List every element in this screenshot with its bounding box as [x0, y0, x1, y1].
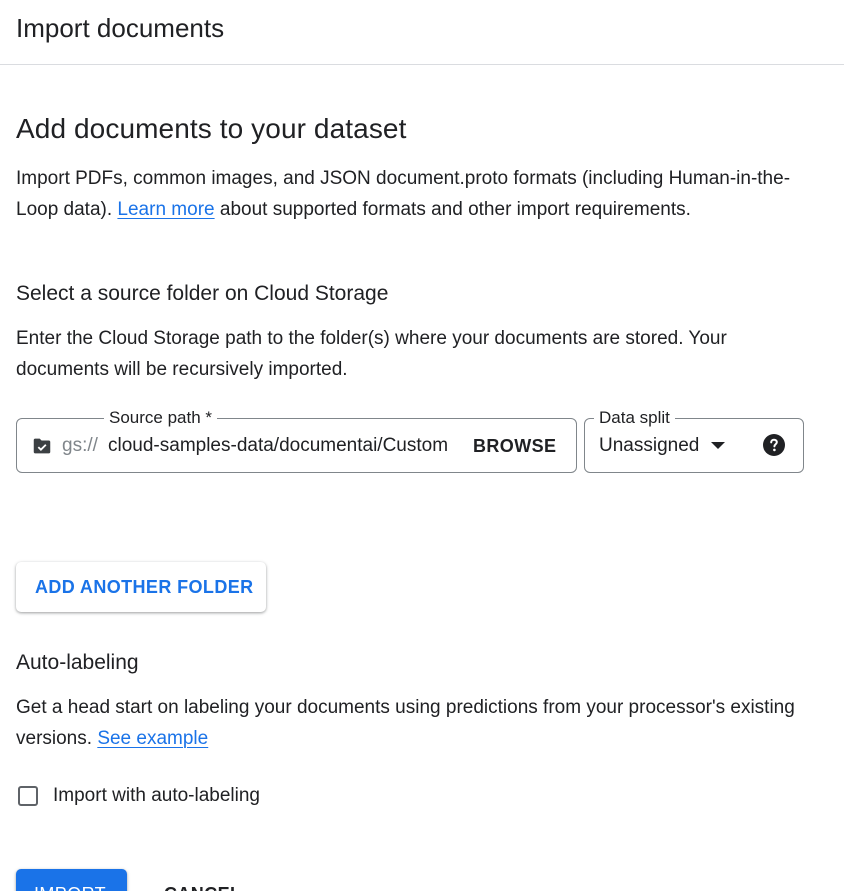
data-split-select[interactable]: Data split Unassigned [584, 407, 804, 473]
dialog-header: Import documents [0, 0, 844, 65]
see-example-link[interactable]: See example [97, 728, 208, 749]
add-another-folder-label: ADD ANOTHER FOLDER [35, 577, 254, 597]
source-description: Enter the Cloud Storage path to the fold… [16, 328, 727, 380]
folder-check-icon [33, 438, 51, 454]
source-path-label: Source path * [104, 407, 218, 429]
auto-labeling-checkbox-label[interactable]: Import with auto-labeling [53, 782, 260, 810]
source-path-field[interactable]: Source path * gs:// cloud-samples-data/d… [16, 407, 577, 473]
help-icon[interactable] [762, 433, 786, 457]
intro-paragraph: Import PDFs, common images, and JSON doc… [16, 163, 816, 225]
dialog-title: Import documents [16, 13, 225, 43]
cancel-button[interactable]: CANCEL [148, 869, 256, 891]
dropdown-arrow-icon[interactable] [711, 442, 725, 449]
learn-more-link[interactable]: Learn more [117, 199, 214, 220]
gs-prefix: gs:// [62, 435, 98, 456]
import-button-label: IMPORT [34, 880, 106, 891]
add-another-folder-button[interactable]: ADD ANOTHER FOLDER [16, 562, 266, 612]
section-heading-auto-labeling: Auto-labeling [16, 651, 139, 674]
auto-labeling-description: Get a head start on labeling your docume… [16, 692, 816, 754]
auto-labeling-checkbox[interactable] [18, 786, 38, 806]
cancel-button-label: CANCEL [164, 880, 241, 891]
section-heading-add-documents: Add documents to your dataset [16, 113, 407, 144]
data-split-label: Data split [594, 407, 675, 429]
source-path-input[interactable]: cloud-samples-data/documentai/Custom [108, 432, 453, 460]
browse-button[interactable]: BROWSE [473, 432, 556, 460]
import-button[interactable]: IMPORT [16, 869, 127, 891]
section-heading-source-folder: Select a source folder on Cloud Storage [16, 282, 389, 305]
intro-text-end: about supported formats and other import… [214, 199, 691, 220]
data-split-value[interactable]: Unassigned [599, 432, 699, 460]
